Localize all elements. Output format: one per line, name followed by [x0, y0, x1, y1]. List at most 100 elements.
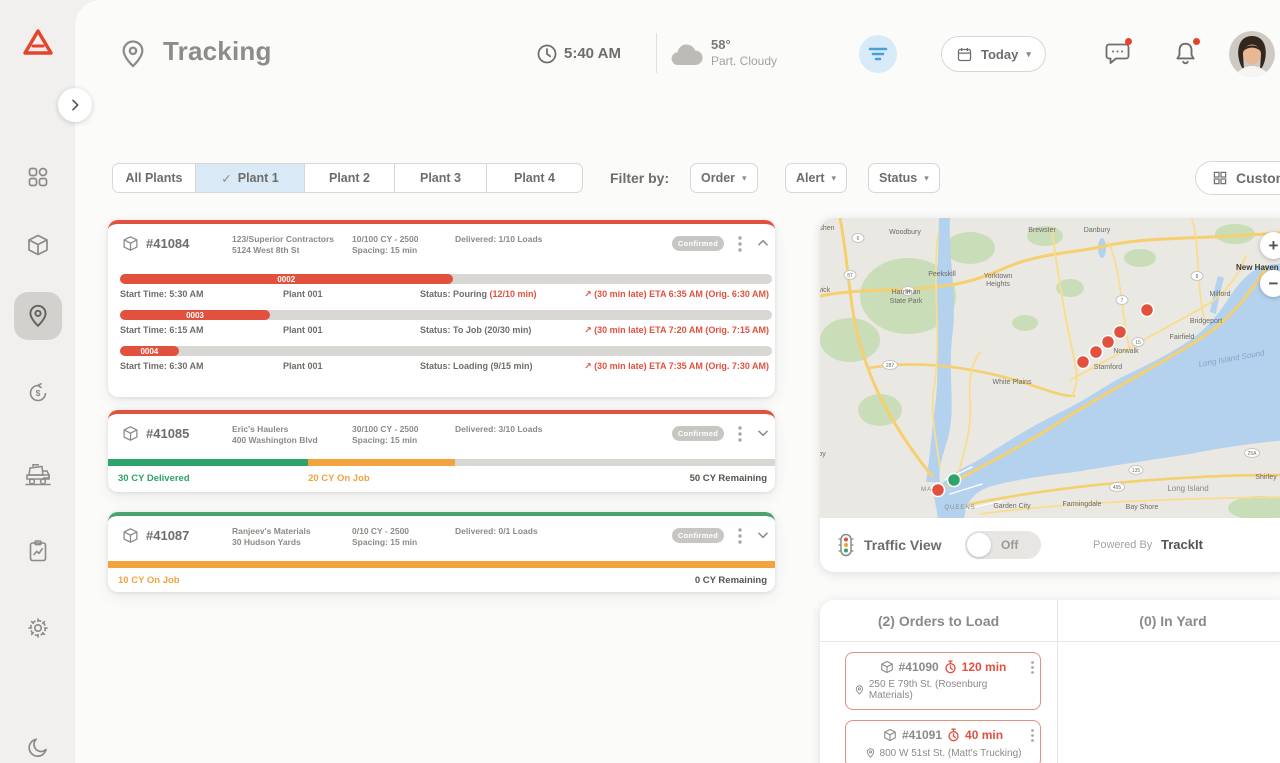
order-card-header: #41087 Ranjeev's Materials30 Hudson Yard…	[108, 516, 775, 556]
main-content: Tracking 5:40 AM 58° Part. Cloudy Today …	[75, 0, 1280, 763]
kebab-menu[interactable]	[738, 528, 742, 544]
svg-text:Troy: Troy	[820, 451, 826, 458]
notifications-button[interactable]	[1173, 40, 1198, 67]
zoom-out-button[interactable]: −	[1260, 270, 1280, 297]
sidebar-item-settings[interactable]	[18, 608, 58, 648]
avatar-photo	[1229, 31, 1275, 77]
cloud-icon	[667, 40, 705, 70]
plant-name: Plant 001	[283, 325, 323, 335]
notification-dot	[1125, 38, 1132, 45]
truck-marker[interactable]	[932, 484, 945, 497]
dark-mode-toggle[interactable]	[18, 728, 58, 763]
order-card-41084: #41084 123/Superior Contractors5124 West…	[108, 220, 775, 397]
package-icon	[122, 425, 139, 442]
tab-plant-1[interactable]: ✓ Plant 1	[195, 163, 305, 193]
filter-toggle-button[interactable]	[859, 35, 897, 73]
expand-chevron[interactable]	[756, 426, 770, 440]
order-id: #41087	[146, 528, 189, 543]
status-badge: Confirmed	[672, 528, 724, 543]
truck-marker[interactable]	[1102, 336, 1115, 349]
plant-marker[interactable]	[948, 474, 961, 487]
svg-text:7: 7	[1121, 298, 1124, 304]
load-status: Status: To Job (20/30 min)	[420, 325, 531, 335]
map[interactable]: 6 87 84 287 7 8 15 135 495 25A Goshen Wo…	[820, 218, 1280, 518]
tab-all-plants[interactable]: All Plants	[112, 163, 196, 193]
traffic-view-label: Traffic View	[864, 537, 942, 553]
truck-marker[interactable]	[1090, 346, 1103, 359]
stopwatch-icon	[944, 660, 957, 674]
queue-column-divider	[1057, 600, 1058, 763]
plant-name: Plant 001	[283, 289, 323, 299]
status-badge: Confirmed	[672, 426, 724, 441]
tab-plant-4[interactable]: Plant 4	[486, 163, 583, 193]
kebab-menu[interactable]	[738, 426, 742, 442]
load-address: 800 W 51st St. (Matt's Trucking)	[880, 748, 1022, 759]
sidebar-item-dashboard[interactable]	[18, 157, 58, 197]
queue-header: (2) Orders to Load (0) In Yard	[820, 600, 1280, 642]
svg-text:Long Island: Long Island	[1167, 484, 1208, 493]
filter-lines-icon	[868, 45, 888, 63]
location-pin-icon	[25, 303, 51, 329]
mixer-truck-icon	[24, 462, 52, 488]
sidebar-item-orders[interactable]	[18, 225, 58, 265]
status-badge: Confirmed	[672, 236, 724, 251]
sidebar-item-billing[interactable]: $	[18, 373, 58, 413]
trend-up-icon: ↗	[584, 361, 592, 371]
alert-filter-dropdown[interactable]: Alert▾	[785, 163, 847, 193]
truck-marker[interactable]	[1141, 304, 1154, 317]
powered-by-label: Powered By	[1093, 539, 1152, 551]
kebab-menu[interactable]	[738, 236, 742, 252]
caret-down-icon: ▾	[924, 173, 929, 184]
svg-text:135: 135	[1132, 468, 1141, 474]
load-address: 250 E 79th St. (Rosenburg Materials)	[869, 679, 1032, 701]
svg-text:Shirley: Shirley	[1255, 474, 1277, 481]
load-progress-track: 0004	[120, 346, 772, 356]
chevron-right-icon	[67, 97, 83, 113]
zoom-in-button[interactable]: +	[1260, 232, 1280, 259]
messages-button[interactable]	[1104, 40, 1131, 67]
app-logo[interactable]	[18, 22, 58, 62]
expand-chevron[interactable]	[756, 528, 770, 542]
sidebar-item-trucks[interactable]	[18, 455, 58, 495]
svg-text:Harriman: Harriman	[892, 289, 921, 296]
sidebar-item-tracking[interactable]	[14, 292, 62, 340]
delivered-info: Delivered: 3/10 Loads	[455, 424, 542, 435]
order-id: #41085	[146, 426, 189, 441]
eta-alert: ↗ (30 min late) ETA 7:35 AM (Orig. 7:30 …	[584, 361, 769, 372]
svg-text:Yorktown: Yorktown	[984, 273, 1013, 280]
traffic-toggle[interactable]: Off	[965, 531, 1041, 559]
temperature: 58°	[711, 37, 731, 52]
collapse-chevron[interactable]	[756, 236, 770, 250]
customize-button[interactable]: Customize	[1195, 161, 1280, 195]
stopwatch-icon	[947, 728, 960, 742]
tab-plant-2[interactable]: Plant 2	[304, 163, 395, 193]
kebab-menu[interactable]	[1031, 661, 1034, 674]
delivered-info: Delivered: 0/1 Loads	[455, 526, 538, 537]
kebab-menu[interactable]	[1031, 729, 1034, 742]
truck-marker[interactable]	[1077, 356, 1090, 369]
package-icon	[122, 527, 139, 544]
order-filter-dropdown[interactable]: Order▾	[690, 163, 758, 193]
clock-icon	[536, 43, 558, 65]
tab-plant-3[interactable]: Plant 3	[394, 163, 487, 193]
notification-dot	[1193, 38, 1200, 45]
queued-order-41091[interactable]: #41091 40 min 800 W 51st St. (Matt's Tru…	[845, 720, 1041, 763]
user-avatar[interactable]	[1229, 31, 1275, 77]
order-progress-bar	[108, 561, 775, 568]
status-filter-dropdown[interactable]: Status▾	[868, 163, 940, 193]
svg-text:25A: 25A	[1248, 451, 1258, 457]
chevron-down-icon	[756, 528, 770, 542]
svg-text:Bay Shore: Bay Shore	[1126, 504, 1159, 511]
onjob-segment	[308, 459, 455, 466]
quantity-info: 0/10 CY - 2500Spacing: 15 min	[352, 526, 417, 548]
start-time: Start Time: 6:30 AM	[120, 361, 204, 371]
onjob-segment	[108, 561, 775, 568]
queued-order-41090[interactable]: #41090 120 min 250 E 79th St. (Rosenburg…	[845, 652, 1041, 710]
svg-text:15: 15	[1135, 340, 1141, 346]
truck-marker[interactable]	[1114, 326, 1127, 339]
date-picker-button[interactable]: Today ▾	[941, 36, 1046, 72]
sidebar-expand-button[interactable]	[58, 88, 92, 122]
svg-text:287: 287	[886, 363, 895, 369]
chevron-down-icon	[756, 426, 770, 440]
sidebar-item-reports[interactable]	[18, 531, 58, 571]
